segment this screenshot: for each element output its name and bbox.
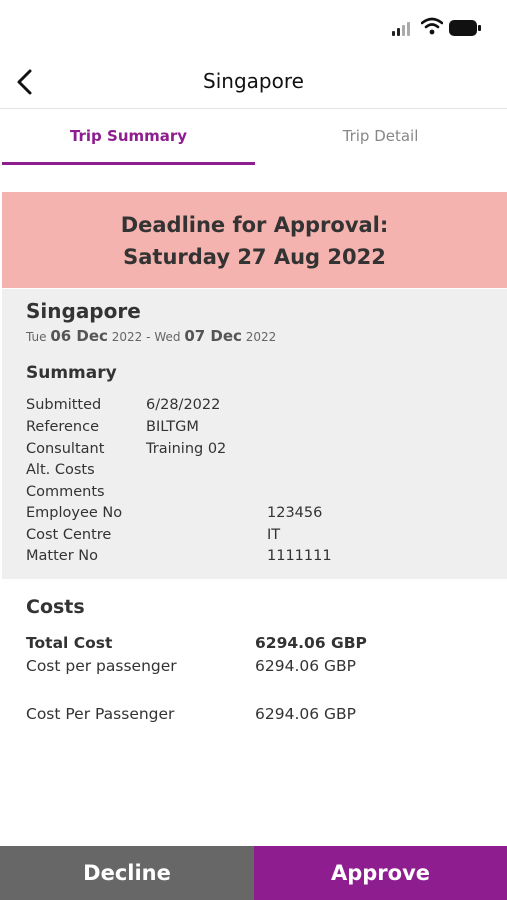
deadline-banner: Deadline for Approval: Saturday 27 Aug 2… (2, 192, 507, 288)
summary-label-alt-costs: Alt. Costs (26, 462, 95, 478)
summary-value-cost-centre: IT (267, 527, 281, 543)
summary-label-cost-centre: Cost Centre (26, 527, 112, 543)
summary-value-matter-no: 1111111 (267, 548, 332, 564)
start-dow: Tue (26, 330, 47, 344)
deadline-date: Saturday 27 Aug 2022 (123, 245, 386, 269)
end-dow: Wed (154, 330, 181, 344)
summary-label-reference: Reference (26, 419, 100, 435)
trip-city: Singapore (26, 299, 141, 323)
summary-heading: Summary (26, 363, 117, 383)
cost-per-passenger-label: Cost per passenger (26, 657, 177, 675)
end-daymonth: 07 Dec (184, 327, 242, 345)
tab-bar: Trip Summary Trip Detail (0, 108, 507, 166)
approve-button[interactable]: Approve (254, 846, 507, 900)
costs-heading: Costs (26, 596, 85, 618)
deadline-heading: Deadline for Approval: (120, 213, 389, 237)
start-daymonth: 06 Dec (50, 327, 108, 345)
tab-trip-summary[interactable]: Trip Summary (2, 108, 255, 164)
start-year: 2022 (111, 330, 143, 344)
cost-per-passenger-2-value: 6294.06 GBP (255, 705, 357, 723)
total-cost-value: 6294.06 GBP (255, 634, 367, 652)
trip-info-panel: Singapore Tue 06 Dec 2022 - Wed 07 Dec 2… (2, 289, 507, 579)
navigation-bar: Singapore (0, 56, 507, 109)
wifi-icon (421, 17, 443, 35)
cost-per-passenger-2-label: Cost Per Passenger (26, 705, 175, 723)
decline-button[interactable]: Decline (0, 846, 254, 900)
battery-icon (449, 20, 481, 36)
end-year: 2022 (245, 330, 277, 344)
tab-trip-detail[interactable]: Trip Detail (254, 108, 507, 164)
cost-per-passenger-value: 6294.06 GBP (255, 657, 357, 675)
summary-label-consultant: Consultant (26, 441, 105, 457)
summary-label-submitted: Submitted (26, 397, 102, 413)
date-separator: - (146, 330, 151, 344)
status-bar (0, 0, 507, 56)
summary-value-reference: BILTGM (146, 419, 199, 435)
cellular-signal-icon (392, 22, 414, 36)
summary-value-employee-no: 123456 (267, 505, 323, 521)
summary-label-comments: Comments (26, 484, 105, 500)
summary-value-consultant: Training 02 (146, 441, 227, 457)
active-tab-indicator (2, 162, 255, 165)
total-cost-label: Total Cost (26, 634, 113, 652)
summary-value-submitted: 6/28/2022 (146, 397, 221, 413)
summary-label-matter-no: Matter No (26, 548, 98, 564)
trip-dates: Tue 06 Dec 2022 - Wed 07 Dec 2022 (26, 327, 276, 345)
page-title: Singapore (203, 69, 304, 93)
summary-label-employee-no: Employee No (26, 505, 123, 521)
